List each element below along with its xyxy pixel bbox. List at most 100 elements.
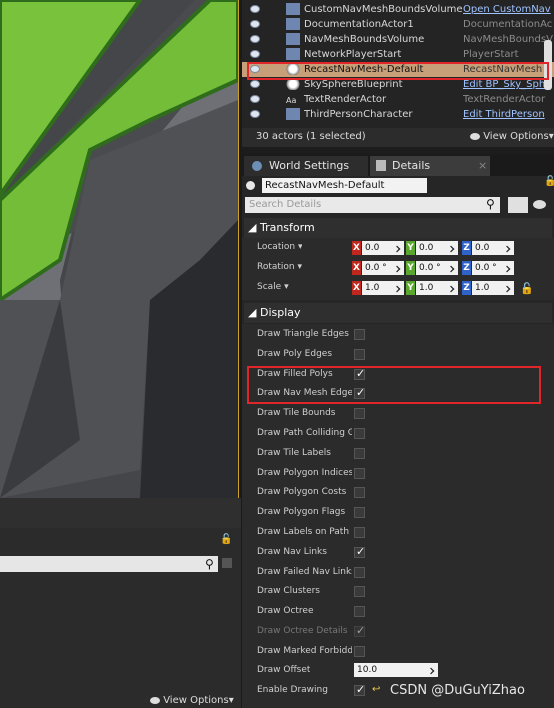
display-option-checkbox[interactable] bbox=[354, 566, 365, 578]
visibility-eye-icon[interactable] bbox=[250, 5, 260, 13]
axis-y-label: Y bbox=[406, 261, 415, 275]
lock-icon[interactable]: 🔓 bbox=[220, 534, 232, 545]
display-option-label: Draw Path Colliding Ge bbox=[257, 428, 352, 438]
axis-y-label: Y bbox=[406, 281, 415, 295]
tab-world-settings[interactable]: World Settings bbox=[244, 156, 368, 176]
location-x-input[interactable]: 0.0 bbox=[362, 241, 404, 255]
actor-type: TextRenderActor bbox=[463, 94, 546, 105]
actor-row[interactable]: NetworkPlayerStart PlayerStart bbox=[242, 47, 554, 62]
display-option-checkbox[interactable] bbox=[354, 467, 365, 479]
display-option-row: Draw Marked Forbidde bbox=[242, 641, 554, 661]
rotation-x-input[interactable]: 0.0 ° bbox=[362, 261, 404, 275]
display-option-label: Draw Polygon Costs bbox=[257, 487, 347, 498]
documentation-icon bbox=[286, 18, 300, 30]
actor-count: 30 actors (1 selected) bbox=[256, 131, 366, 142]
location-label[interactable]: Location ▾ bbox=[257, 242, 302, 252]
transform-section-header[interactable]: ◢ Transform bbox=[244, 218, 552, 238]
actor-row[interactable]: NavMeshBoundsVolume NavMeshBoundsV bbox=[242, 32, 554, 47]
display-option-row: Draw Path Colliding Ge bbox=[242, 423, 554, 443]
search-icon[interactable]: ⚲ bbox=[205, 556, 217, 572]
visibility-eye-icon[interactable] bbox=[250, 95, 260, 103]
axis-x-label: X bbox=[352, 281, 361, 295]
scale-y-input[interactable]: 1.0 bbox=[416, 281, 458, 295]
display-option-label: Draw Labels on Path N bbox=[257, 527, 352, 537]
display-option-label: Draw Tile Bounds bbox=[257, 408, 336, 419]
actor-row[interactable]: Aa TextRenderActor TextRenderActor bbox=[242, 92, 554, 107]
visibility-eye-icon[interactable] bbox=[250, 80, 260, 88]
actor-type-link[interactable]: Edit ThirdPerson bbox=[463, 107, 545, 122]
visibility-eye-icon[interactable] bbox=[250, 35, 260, 43]
location-y-input[interactable]: 0.0 bbox=[416, 241, 458, 255]
enable-drawing-checkbox[interactable] bbox=[354, 683, 365, 696]
search-icon[interactable]: ⚲ bbox=[486, 197, 495, 211]
volume-icon bbox=[286, 3, 300, 15]
right-column: CustomNavMeshBoundsVolume Open CustomNav D… bbox=[242, 0, 554, 708]
display-option-checkbox[interactable] bbox=[354, 447, 365, 459]
display-option-checkbox[interactable] bbox=[354, 527, 365, 538]
visibility-eye-icon[interactable] bbox=[250, 50, 260, 58]
scale-z-input[interactable]: 1.0 bbox=[472, 281, 514, 295]
left-search-input[interactable] bbox=[0, 556, 218, 572]
display-option-checkbox[interactable] bbox=[354, 645, 365, 657]
location-z-input[interactable]: 0.0 bbox=[472, 241, 514, 255]
display-option-label: Draw Poly Edges bbox=[257, 348, 333, 359]
lock-icon[interactable]: 🔓 bbox=[520, 282, 534, 295]
character-icon bbox=[286, 108, 300, 120]
actor-row[interactable]: ThirdPersonCharacter Edit ThirdPerson bbox=[242, 107, 554, 122]
display-header-label: Display bbox=[259, 306, 301, 319]
display-option-checkbox[interactable] bbox=[354, 348, 365, 360]
display-option-checkbox[interactable] bbox=[354, 507, 365, 519]
actor-name-field[interactable]: RecastNavMesh-Default bbox=[262, 178, 427, 193]
globe-icon bbox=[252, 161, 262, 171]
rotation-label[interactable]: Rotation ▾ bbox=[257, 262, 302, 272]
scale-x-input[interactable]: 1.0 bbox=[362, 281, 404, 295]
rotation-y-input[interactable]: 0.0 ° bbox=[416, 261, 458, 275]
level-viewport[interactable] bbox=[0, 0, 239, 499]
actor-type-link[interactable]: Open CustomNav bbox=[463, 2, 551, 17]
display-option-row: Draw Polygon Flags bbox=[242, 502, 554, 522]
tab-details[interactable]: Details × bbox=[370, 156, 490, 176]
actor-sphere-icon bbox=[246, 181, 255, 190]
outliner-view-options-button[interactable]: View Options▾ bbox=[470, 131, 554, 142]
left-lower-panel: 🔓 ⚲ View Options▾ bbox=[0, 498, 241, 708]
display-option-checkbox[interactable] bbox=[354, 329, 365, 340]
visibility-eye-icon[interactable] bbox=[250, 110, 260, 118]
draw-offset-input[interactable]: 10.0 bbox=[354, 663, 438, 677]
save-icon[interactable] bbox=[222, 558, 232, 568]
reset-arrow-icon[interactable]: ↩ bbox=[372, 684, 380, 695]
display-option-checkbox[interactable] bbox=[354, 487, 365, 499]
tab-bar: World Settings Details × bbox=[242, 155, 554, 176]
actor-name: NavMeshBoundsVolume bbox=[304, 34, 425, 45]
display-option-checkbox[interactable] bbox=[354, 545, 365, 558]
grid-view-icon[interactable] bbox=[508, 197, 528, 213]
actor-name: ThirdPersonCharacter bbox=[304, 109, 413, 120]
display-option-checkbox[interactable] bbox=[354, 428, 365, 439]
display-option-checkbox[interactable] bbox=[354, 408, 365, 420]
display-option-label: Draw Clusters bbox=[257, 586, 320, 597]
display-section-header[interactable]: ◢ Display bbox=[244, 303, 552, 323]
outliner-footer: 30 actors (1 selected) View Options▾ bbox=[242, 128, 554, 147]
actor-row[interactable]: CustomNavMeshBoundsVolume Open CustomNav bbox=[242, 2, 554, 17]
scale-label[interactable]: Scale ▾ bbox=[257, 282, 289, 292]
display-option-row: Draw Failed Nav Links bbox=[242, 562, 554, 582]
player-start-icon bbox=[286, 48, 300, 60]
visibility-eye-icon[interactable] bbox=[250, 20, 260, 28]
details-search-input[interactable]: Search Details bbox=[245, 197, 500, 213]
lock-icon[interactable]: 🔓 bbox=[544, 176, 554, 187]
display-option-checkbox[interactable] bbox=[354, 606, 365, 618]
display-option-checkbox bbox=[354, 624, 365, 637]
transform-body: Location ▾ Rotation ▾ Scale ▾ X 0.0 Y 0.0 Z 0… bbox=[242, 238, 554, 300]
outliner-view-options-label: View Options bbox=[483, 131, 549, 142]
eye-icon[interactable] bbox=[533, 200, 546, 209]
close-icon[interactable]: × bbox=[478, 156, 487, 176]
actor-name: TextRenderActor bbox=[304, 94, 387, 105]
actor-row[interactable]: DocumentationActor1 DocumentationAc bbox=[242, 17, 554, 32]
tab-world-settings-label: World Settings bbox=[269, 159, 350, 172]
collapse-arrow-icon: ◢ bbox=[248, 221, 257, 234]
actor-name: CustomNavMeshBoundsVolume bbox=[304, 4, 463, 15]
viewport-scene bbox=[0, 0, 238, 498]
display-option-checkbox[interactable] bbox=[354, 586, 365, 598]
axis-z-label: Z bbox=[462, 241, 471, 255]
rotation-z-input[interactable]: 0.0 ° bbox=[472, 261, 514, 275]
left-view-options-button[interactable]: View Options▾ bbox=[150, 695, 234, 706]
